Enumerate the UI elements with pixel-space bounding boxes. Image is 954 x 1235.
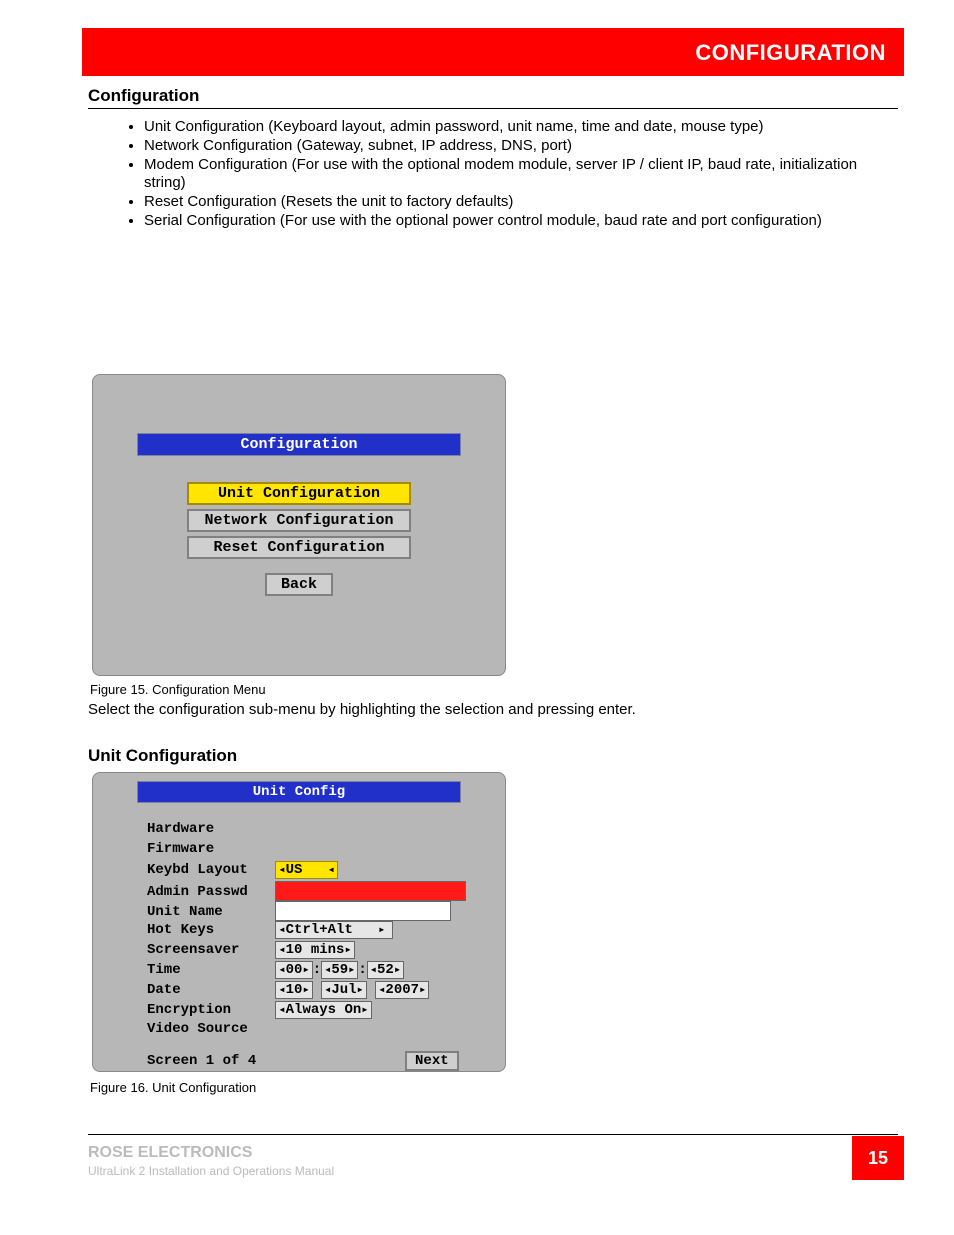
footer-brand: ROSE ELECTRONICS — [88, 1144, 252, 1162]
lbl-saver: Screensaver — [147, 942, 267, 958]
list-item: Network Configuration (Gateway, subnet, … — [144, 137, 890, 156]
lbl-time: Time — [147, 962, 267, 978]
date-dd-spinner[interactable]: 10 — [275, 981, 312, 999]
unit-config-osd: Unit Config Hardware Firmware Keybd Layo… — [92, 772, 506, 1072]
chapter-banner: CONFIGURATION — [82, 28, 904, 76]
configuration-osd: Configuration Unit Configuration Network… — [92, 374, 506, 676]
osd-item-network[interactable]: Network Configuration — [187, 509, 411, 532]
paragraph: Select the configuration sub-menu by hig… — [88, 700, 898, 720]
chapter-title: CONFIGURATION — [695, 40, 886, 66]
keybd-layout-spinner[interactable]: US — [275, 861, 338, 879]
hotkeys-spinner[interactable]: Ctrl+Alt — [275, 921, 393, 939]
section-underline — [88, 108, 898, 109]
osd-item-reset[interactable]: Reset Configuration — [187, 536, 411, 559]
osd-title: Configuration — [137, 433, 461, 456]
lbl-vsrc: Video Source — [147, 1021, 267, 1037]
lbl-date: Date — [147, 982, 267, 998]
screensaver-spinner[interactable]: 10 mins — [275, 941, 354, 959]
date-yyyy-spinner[interactable]: 2007 — [375, 981, 429, 999]
lbl-keybd: Keybd Layout — [147, 862, 267, 878]
footer-title: UltraLink 2 Installation and Operations … — [88, 1164, 334, 1178]
config-bullets: Unit Configuration (Keyboard layout, adm… — [120, 118, 890, 231]
list-item: Reset Configuration (Resets the unit to … — [144, 193, 890, 212]
page-number: 15 — [852, 1136, 904, 1180]
lbl-hardware: Hardware — [147, 821, 267, 837]
osd2-title: Unit Config — [137, 781, 461, 803]
lbl-hotkeys: Hot Keys — [147, 922, 267, 938]
lbl-unit: Unit Name — [147, 904, 267, 920]
subsection-title: Unit Configuration — [88, 746, 237, 766]
lbl-enc: Encryption — [147, 1002, 267, 1018]
list-item: Unit Configuration (Keyboard layout, adm… — [144, 118, 890, 137]
date-mon-spinner[interactable]: Jul — [321, 981, 367, 999]
next-button[interactable]: Next — [405, 1051, 459, 1071]
footer-rule — [88, 1134, 898, 1135]
screen-indicator: Screen 1 of 4 — [147, 1053, 256, 1069]
figure-16-caption: Figure 16. Unit Configuration — [90, 1080, 256, 1095]
osd-back-button[interactable]: Back — [265, 573, 333, 596]
unit-name-field[interactable] — [275, 901, 451, 921]
time-ss-spinner[interactable]: 52 — [367, 961, 404, 979]
lbl-admin: Admin Passwd — [147, 884, 267, 900]
time-hh-spinner[interactable]: 00 — [275, 961, 312, 979]
encryption-spinner[interactable]: Always On — [275, 1001, 371, 1019]
admin-passwd-field[interactable] — [275, 881, 466, 901]
section-title: Configuration — [88, 86, 199, 106]
lbl-firmware: Firmware — [147, 841, 267, 857]
figure-15-caption: Figure 15. Configuration Menu — [90, 682, 266, 697]
osd-item-unit[interactable]: Unit Configuration — [187, 482, 411, 505]
list-item: Modem Configuration (For use with the op… — [144, 156, 890, 194]
list-item: Serial Configuration (For use with the o… — [144, 212, 890, 231]
time-mm-spinner[interactable]: 59 — [321, 961, 358, 979]
